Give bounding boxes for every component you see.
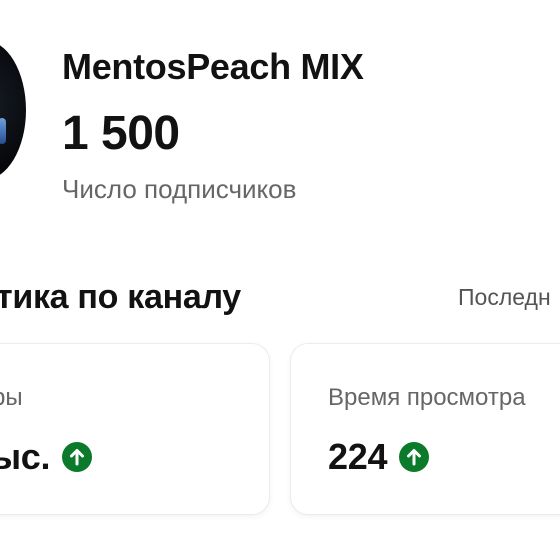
views-stat-value-row: тыс. [0, 436, 93, 478]
arrow-up-circle-icon [62, 442, 93, 472]
channel-avatar[interactable] [0, 40, 26, 180]
subscriber-count-label: Число подписчиков [62, 174, 297, 204]
arrow-up-circle-icon [399, 442, 430, 472]
views-stat-card[interactable]: тры тыс. [0, 343, 270, 515]
watch-time-stat-value-row: 224 [328, 436, 430, 478]
channel-analytics-page: MentosPeach MIX 1 500 Число подписчиков … [0, 0, 560, 560]
channel-name: MentosPeach MIX [62, 46, 364, 87]
watch-time-stat-card[interactable]: Время просмотра 224 [290, 343, 560, 515]
views-stat-value: тыс. [0, 436, 51, 477]
period-selector[interactable]: Последн [458, 284, 551, 311]
watch-time-stat-value: 224 [328, 436, 388, 477]
analytics-section-title: тика по каналу [0, 278, 241, 316]
views-stat-label: тры [0, 384, 23, 411]
watch-time-stat-label: Время просмотра [328, 384, 526, 411]
subscriber-count: 1 500 [62, 107, 180, 160]
avatar-highlight [0, 118, 6, 144]
